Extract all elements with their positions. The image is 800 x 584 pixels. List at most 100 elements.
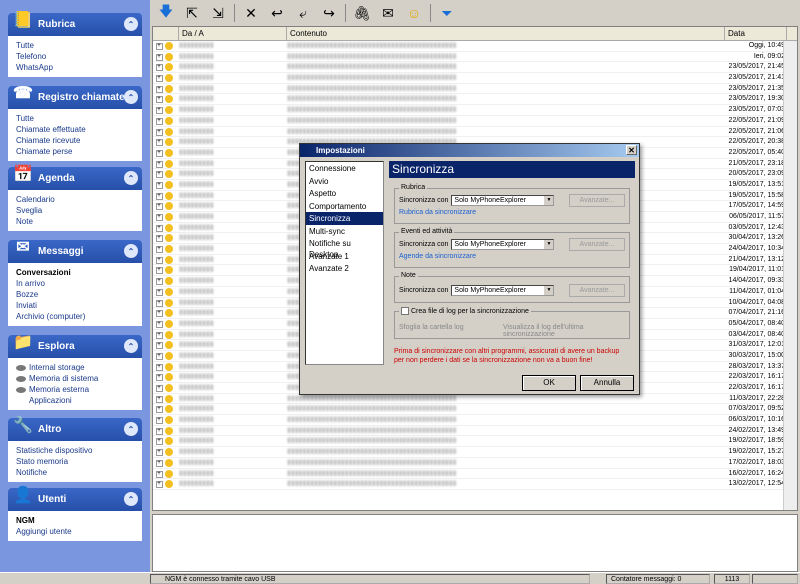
settings-nav-item[interactable]: Avvio: [306, 175, 383, 188]
sidebar-item[interactable]: WhatsApp: [16, 62, 134, 73]
expand-icon[interactable]: +: [153, 372, 165, 382]
ok-button[interactable]: OK: [522, 375, 576, 391]
expand-icon[interactable]: +: [153, 127, 165, 137]
table-row[interactable]: +▮▮▮▮▮▮▮▮▮▮▮▮▮▮▮▮▮▮▮▮▮▮▮▮▮▮▮▮▮▮▮▮▮▮▮▮▮▮▮…: [153, 426, 797, 437]
sidebar-item[interactable]: Chiamate perse: [16, 146, 134, 157]
rubrica-link[interactable]: Rubrica da sincronizzare: [399, 209, 476, 216]
settings-nav-item[interactable]: Connessione: [306, 162, 383, 175]
sidebar-item[interactable]: Internal storage: [16, 362, 134, 373]
expand-icon[interactable]: +: [153, 287, 165, 297]
sync-select[interactable]: Solo MyPhoneExplorer ▼: [451, 239, 555, 250]
expand-icon[interactable]: +: [153, 265, 165, 275]
expand-icon[interactable]: +: [153, 94, 165, 104]
expand-icon[interactable]: +: [153, 404, 165, 414]
log-checkbox[interactable]: [401, 307, 409, 315]
expand-icon[interactable]: +: [153, 191, 165, 201]
chevron-up-icon[interactable]: ⌃: [124, 339, 138, 353]
expand-icon[interactable]: +: [153, 73, 165, 83]
close-icon[interactable]: ✕: [626, 145, 637, 155]
sidebar-item[interactable]: Tutte: [16, 113, 134, 124]
expand-icon[interactable]: +: [153, 415, 165, 425]
expand-icon[interactable]: +: [153, 298, 165, 308]
sidebar-item[interactable]: Note: [16, 216, 134, 227]
table-row[interactable]: +▮▮▮▮▮▮▮▮▮▮▮▮▮▮▮▮▮▮▮▮▮▮▮▮▮▮▮▮▮▮▮▮▮▮▮▮▮▮▮…: [153, 62, 797, 74]
table-row[interactable]: +▮▮▮▮▮▮▮▮▮▮▮▮▮▮▮▮▮▮▮▮▮▮▮▮▮▮▮▮▮▮▮▮▮▮▮▮▮▮▮…: [153, 447, 797, 458]
sidebar-item[interactable]: Inviati: [16, 300, 134, 311]
settings-nav-item[interactable]: Avanzate 2: [306, 262, 383, 275]
table-row[interactable]: +▮▮▮▮▮▮▮▮▮▮▮▮▮▮▮▮▮▮▮▮▮▮▮▮▮▮▮▮▮▮▮▮▮▮▮▮▮▮▮…: [153, 84, 797, 95]
new-message-icon[interactable]: ✉: [378, 3, 398, 23]
expand-icon[interactable]: +: [153, 180, 165, 190]
chevron-up-icon[interactable]: ⌃: [124, 244, 138, 258]
sidebar-item[interactable]: Chiamate ricevute: [16, 135, 134, 146]
table-row[interactable]: +▮▮▮▮▮▮▮▮▮▮▮▮▮▮▮▮▮▮▮▮▮▮▮▮▮▮▮▮▮▮▮▮▮▮▮▮▮▮▮…: [153, 127, 797, 138]
expand-icon[interactable]: +: [153, 276, 165, 286]
sidebar-group-header[interactable]: 📅 Agenda ⌃: [8, 166, 142, 190]
log-checkbox-row[interactable]: Crea file di log per la sincronizzazione: [399, 307, 531, 315]
import-icon[interactable]: ⇲: [208, 3, 228, 23]
table-row[interactable]: +▮▮▮▮▮▮▮▮▮▮▮▮▮▮▮▮▮▮▮▮▮▮▮▮▮▮▮▮▮▮▮▮▮▮▮▮▮▮▮…: [153, 41, 797, 52]
expand-icon[interactable]: +: [153, 148, 165, 158]
expand-icon[interactable]: +: [153, 223, 165, 233]
scrollbar[interactable]: [783, 41, 797, 510]
settings-nav-item[interactable]: Notifiche su Desktop: [306, 237, 383, 259]
sync-select[interactable]: Solo MyPhoneExplorer ▼: [451, 195, 555, 206]
smiley-icon[interactable]: ☺: [404, 3, 424, 23]
cancel-button[interactable]: Annulla: [580, 375, 634, 391]
expand-icon[interactable]: +: [153, 340, 165, 350]
chevron-up-icon[interactable]: ⌃: [124, 17, 138, 31]
advanced-button[interactable]: Avanzate...: [569, 194, 625, 207]
sidebar-item[interactable]: Stato memoria: [16, 456, 134, 467]
sidebar-item[interactable]: NGM: [16, 515, 134, 526]
settings-nav-item[interactable]: Sincronizza: [306, 212, 383, 225]
settings-nav-item[interactable]: Multi-sync: [306, 225, 383, 238]
settings-nav-item[interactable]: Avanzate 1: [306, 250, 383, 263]
sidebar-item[interactable]: Conversazioni: [16, 267, 134, 278]
table-row[interactable]: +▮▮▮▮▮▮▮▮▮▮▮▮▮▮▮▮▮▮▮▮▮▮▮▮▮▮▮▮▮▮▮▮▮▮▮▮▮▮▮…: [153, 394, 797, 405]
sidebar-group-header[interactable]: 🔧 Altro ⌃: [8, 417, 142, 441]
reply-all-icon[interactable]: ⤶: [293, 3, 313, 23]
settings-nav-item[interactable]: Aspetto: [306, 187, 383, 200]
sidebar-item[interactable]: Archivio (computer): [16, 311, 134, 322]
expand-icon[interactable]: +: [153, 84, 165, 94]
expand-icon[interactable]: +: [153, 436, 165, 446]
sidebar-group-header[interactable]: 📁 Esplora ⌃: [8, 334, 142, 358]
expand-icon[interactable]: +: [153, 447, 165, 457]
attach-icon[interactable]: 🖇: [352, 3, 372, 23]
sidebar-item[interactable]: Aggiungi utente: [16, 526, 134, 537]
expand-icon[interactable]: +: [153, 52, 165, 62]
expand-icon[interactable]: +: [153, 137, 165, 147]
expand-icon[interactable]: +: [153, 308, 165, 318]
table-row[interactable]: +▮▮▮▮▮▮▮▮▮▮▮▮▮▮▮▮▮▮▮▮▮▮▮▮▮▮▮▮▮▮▮▮▮▮▮▮▮▮▮…: [153, 458, 797, 469]
table-row[interactable]: +▮▮▮▮▮▮▮▮▮▮▮▮▮▮▮▮▮▮▮▮▮▮▮▮▮▮▮▮▮▮▮▮▮▮▮▮▮▮▮…: [153, 415, 797, 426]
table-row[interactable]: +▮▮▮▮▮▮▮▮▮▮▮▮▮▮▮▮▮▮▮▮▮▮▮▮▮▮▮▮▮▮▮▮▮▮▮▮▮▮▮…: [153, 116, 797, 127]
sidebar-item[interactable]: Calendario: [16, 194, 134, 205]
expand-icon[interactable]: +: [153, 212, 165, 222]
table-row[interactable]: +▮▮▮▮▮▮▮▮▮▮▮▮▮▮▮▮▮▮▮▮▮▮▮▮▮▮▮▮▮▮▮▮▮▮▮▮▮▮▮…: [153, 469, 797, 480]
sidebar-group-header[interactable]: 👤 Utenti ⌃: [8, 487, 142, 511]
expand-icon[interactable]: +: [153, 319, 165, 329]
chevron-up-icon[interactable]: ⌃: [124, 422, 138, 436]
forward-icon[interactable]: ↪: [319, 3, 339, 23]
events-link[interactable]: Agende da sincronizzare: [399, 253, 476, 260]
expand-icon[interactable]: +: [153, 362, 165, 372]
expand-icon[interactable]: +: [153, 244, 165, 254]
expand-icon[interactable]: +: [153, 394, 165, 404]
export-icon[interactable]: ⇱: [182, 3, 202, 23]
sidebar-item[interactable]: Memoria di sistema: [16, 373, 134, 384]
expand-icon[interactable]: +: [153, 469, 165, 479]
settings-nav-item[interactable]: Comportamento: [306, 200, 383, 213]
table-row[interactable]: +▮▮▮▮▮▮▮▮▮▮▮▮▮▮▮▮▮▮▮▮▮▮▮▮▮▮▮▮▮▮▮▮▮▮▮▮▮▮▮…: [153, 404, 797, 416]
view-log-link[interactable]: Visualizza il log dell'ultima sincronizz…: [503, 324, 629, 338]
sidebar-item[interactable]: Chiamate effettuate: [16, 124, 134, 135]
expand-icon[interactable]: +: [153, 330, 165, 340]
expand-icon[interactable]: +: [153, 426, 165, 436]
table-row[interactable]: +▮▮▮▮▮▮▮▮▮▮▮▮▮▮▮▮▮▮▮▮▮▮▮▮▮▮▮▮▮▮▮▮▮▮▮▮▮▮▮…: [153, 52, 797, 63]
header-date[interactable]: Data: [725, 27, 787, 40]
reply-icon[interactable]: ↩: [267, 3, 287, 23]
sidebar-item[interactable]: Sveglia: [16, 205, 134, 216]
expand-icon[interactable]: +: [153, 233, 165, 243]
header-from[interactable]: Da / A: [179, 27, 287, 40]
table-row[interactable]: +▮▮▮▮▮▮▮▮▮▮▮▮▮▮▮▮▮▮▮▮▮▮▮▮▮▮▮▮▮▮▮▮▮▮▮▮▮▮▮…: [153, 479, 797, 490]
browse-log-link[interactable]: Sfoglia la cartella log: [399, 324, 464, 331]
